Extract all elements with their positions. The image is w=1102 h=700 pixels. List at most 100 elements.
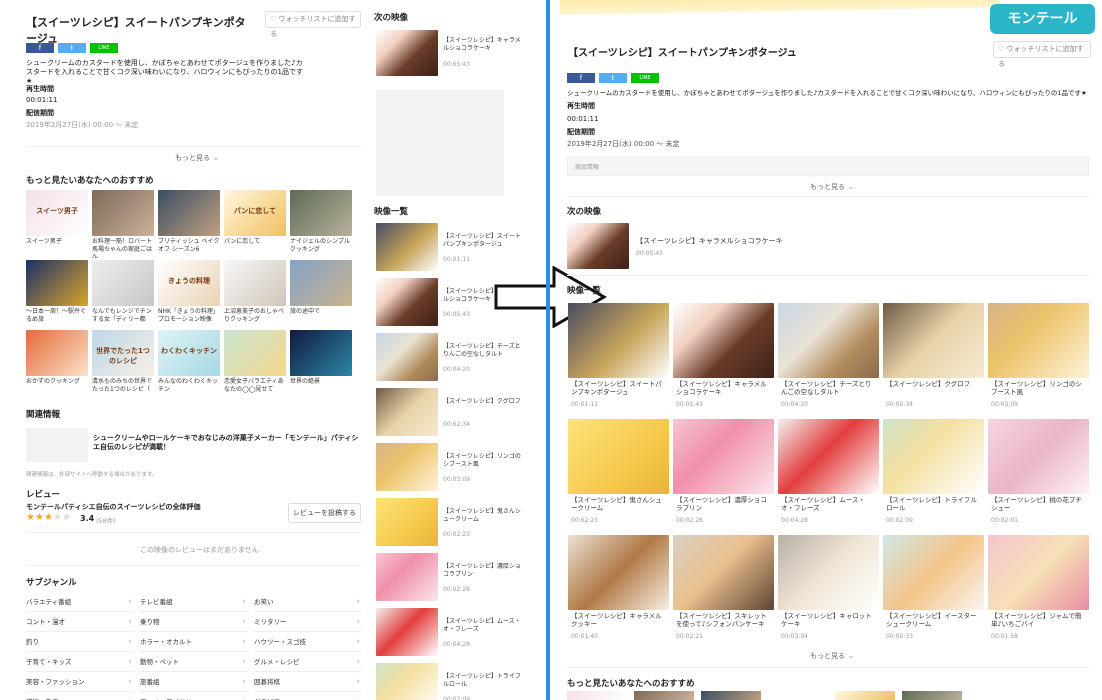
video-title[interactable]: 【スイーツレシピ】ムース・オ・フレーズ	[781, 496, 877, 512]
video-title[interactable]: 【スイーツレシピ】スイートパンプキンポタージュ	[571, 380, 667, 396]
video-thumbnail[interactable]	[568, 419, 669, 494]
grid-item[interactable]: 【スイーツレシピ】鬼さんシュークリーム 00:02:23	[568, 419, 669, 527]
recommend-label[interactable]: 上沼恵美子のおしゃべりクッキング	[224, 308, 286, 323]
recommend-thumbnail[interactable]	[224, 260, 286, 306]
recommend-thumbnail[interactable]: きょうの料理	[158, 260, 220, 306]
subgenre-item[interactable]: 学術・教養›	[26, 692, 134, 700]
recommend-thumbnail[interactable]: 世界でたった1つのレシピ	[92, 330, 154, 376]
video-title[interactable]: 【スイーツレシピ】濃厚ショコラプリン	[443, 563, 521, 578]
grid-item[interactable]: 【スイーツレシピ】ジャムで簡単♪いちごパイ 00:01:58	[988, 535, 1089, 643]
recommend-label[interactable]: 恋愛女子バラエティあなたの◯◯見せて	[224, 378, 286, 393]
list-item[interactable]: 【スイーツレシピ】チーズとりんごの空なしタルト 00:04:20	[374, 333, 521, 385]
video-thumbnail[interactable]	[778, 419, 879, 494]
grid-item[interactable]: 【スイーツレシピ】桃の花プチシュー 00:02:01	[988, 419, 1089, 527]
subgenre-item[interactable]: 子育て・キッズ ›	[26, 652, 134, 672]
recommend-item[interactable]: 旅の途中で	[290, 260, 352, 326]
video-thumbnail[interactable]	[988, 419, 1089, 494]
video-title[interactable]: 【スイーツレシピ】ムース・オ・フレーズ	[443, 618, 521, 633]
subgenre-item[interactable]: 美容・ファッション ›	[26, 672, 134, 692]
recommend-item[interactable]: 恋愛女子バラエティあなたの◯◯見せて	[224, 330, 286, 396]
grid-item[interactable]: 【スイーツレシピ】クグロフ 00:02:34	[883, 303, 984, 411]
video-thumbnail[interactable]	[376, 333, 438, 381]
video-title[interactable]: 【スイーツレシピ】ジャムで簡単♪いちごパイ	[991, 612, 1087, 628]
subgenre-item[interactable]: コント・漫才 ›	[26, 612, 134, 632]
video-title[interactable]: 【スイーツレシピ】リンゴのシブースト風	[991, 380, 1087, 396]
subgenre-item[interactable]: ホラー・オカルト ›	[140, 632, 248, 652]
recommend-label[interactable]: スイーツ男子	[26, 238, 88, 246]
subgenre-item[interactable]: 旅番組 ›	[140, 672, 248, 692]
grid-item[interactable]: 【スイーツレシピ】トライフルロール 00:02:09	[883, 419, 984, 527]
recommend-item[interactable]: 〜日本一周！〜駅弁ぐるめ旅	[26, 260, 88, 326]
recommend-item[interactable]: お料理一筋！ロバート馬場ちゃんの家庭ごはん	[92, 190, 154, 260]
grid-item[interactable]: 【スイーツレシピ】リンゴのシブースト風 00:03:09	[988, 303, 1089, 411]
subgenre-item[interactable]: グルメ・レシピ ›	[254, 652, 362, 672]
video-title[interactable]: 【スイーツレシピ】トライフルロール	[886, 496, 982, 512]
video-title[interactable]: 【スイーツレシピ】チーズとりんごの空なしタルト	[781, 380, 877, 396]
post-review-button[interactable]: レビューを投稿する	[288, 503, 361, 523]
grid-item[interactable]: 【スイーツレシピ】イースターシュークリーム 00:02:33	[883, 535, 984, 643]
facebook-share-button[interactable]: f	[26, 43, 54, 53]
line-share-button[interactable]: LINE	[631, 73, 659, 83]
subgenre-item[interactable]: 動物・ペット ›	[140, 652, 248, 672]
recommend-thumbnail[interactable]	[835, 691, 895, 700]
video-thumbnail[interactable]	[376, 223, 438, 271]
recommend-item[interactable]: きょうの料理 NHK「きょうの料理」プロモーション映像	[158, 260, 220, 326]
recommend-item[interactable]: 上沼恵美子のおしゃべりクッキング	[224, 260, 286, 326]
video-title[interactable]: 【スイーツレシピ】濃厚ショコラプリン	[676, 496, 772, 512]
more-button[interactable]: もっと見る ⌄	[810, 182, 855, 194]
next-video-thumbnail[interactable]	[376, 30, 438, 76]
recommend-label[interactable]: 清水ものみちの世界でたった1つのレシピ（	[92, 378, 154, 393]
recommend-item[interactable]: おかずのクッキング	[26, 330, 88, 396]
video-title[interactable]: 【スイーツレシピ】リンゴのシブースト風	[443, 453, 521, 468]
related-link[interactable]: シュークリームやロールケーキでおなじみの洋菓子メーカー「モンテール」パティシエ自…	[93, 434, 361, 452]
subgenre-item[interactable]: グラビア›	[254, 692, 362, 700]
video-thumbnail[interactable]	[883, 419, 984, 494]
list-item[interactable]: 【スイーツレシピ】濃厚ショコラプリン 00:02:26	[374, 553, 521, 605]
subgenre-item[interactable]: 釣り ›	[26, 632, 134, 652]
twitter-share-button[interactable]: t	[58, 43, 86, 53]
video-thumbnail[interactable]	[376, 443, 438, 491]
grid-item[interactable]: 【スイーツレシピ】スキレットを使って♪シフォンパンケーキ 00:02:21	[673, 535, 774, 643]
video-title[interactable]: 【スイーツレシピ】キャラメルショコラケーキ	[676, 380, 772, 396]
recommend-thumbnail[interactable]	[902, 691, 962, 700]
recommend-thumbnail[interactable]	[26, 260, 88, 306]
video-thumbnail[interactable]	[988, 303, 1089, 378]
list-item[interactable]: 【スイーツレシピ】トライフルロール 00:02:09	[374, 663, 521, 700]
recommend-thumbnail[interactable]	[26, 330, 88, 376]
recommend-label[interactable]: NHK「きょうの料理」プロモーション映像	[158, 308, 220, 323]
recommend-label[interactable]: パンに恋して	[224, 238, 286, 246]
subgenre-item[interactable]: 囲碁将棋 ›	[254, 672, 362, 692]
grid-item[interactable]: 【スイーツレシピ】ムース・オ・フレーズ 00:04:28	[778, 419, 879, 527]
video-thumbnail[interactable]	[673, 535, 774, 610]
recommend-label[interactable]: みんなのわくわくキッチン	[158, 378, 220, 393]
grid-item[interactable]: 【スイーツレシピ】スイートパンプキンポタージュ 00:01:11	[568, 303, 669, 411]
info-box[interactable]: 商品情報	[567, 156, 1089, 176]
recommend-thumbnail[interactable]	[701, 691, 761, 700]
more-button[interactable]: もっと見る ⌄	[175, 153, 220, 165]
video-title[interactable]: 【スイーツレシピ】スキレットを使って♪シフォンパンケーキ	[676, 612, 772, 628]
list-item[interactable]: 【スイーツレシピ】リンゴのシブースト風 00:03:09	[374, 443, 521, 495]
subgenre-item[interactable]: バラエティ番組 ›	[26, 592, 134, 612]
grid-item[interactable]: 【スイーツレシピ】チーズとりんごの空なしタルト 00:04:20	[778, 303, 879, 411]
video-thumbnail[interactable]	[568, 535, 669, 610]
recommend-label[interactable]: ナイジェルのシンプルクッキング	[290, 238, 352, 253]
recommend-thumbnail[interactable]	[567, 691, 627, 700]
video-title[interactable]: 【スイーツレシピ】トライフルロール	[443, 673, 521, 688]
next-video-thumbnail[interactable]	[567, 223, 629, 269]
recommend-item[interactable]: 世界でたった1つのレシピ清水ものみちの世界でたった1つのレシピ（	[92, 330, 154, 396]
recommend-item[interactable]: わくわくキッチン みんなのわくわくキッチン	[158, 330, 220, 396]
video-title[interactable]: 【スイーツレシピ】鬼さんシュークリーム	[443, 508, 521, 523]
subgenre-item[interactable]: 乗り物 ›	[140, 612, 248, 632]
recommend-thumbnail[interactable]	[634, 691, 694, 700]
related-thumbnail[interactable]	[26, 428, 88, 462]
grid-item[interactable]: 【スイーツレシピ】キャラメルクッキー 00:01:40	[568, 535, 669, 643]
recommend-item[interactable]: ブリティッシュ ベイクオフ シーズン6	[158, 190, 220, 256]
next-video-title[interactable]: 【スイーツレシピ】キャラメルショコラケーキ	[443, 37, 521, 52]
recommend-item[interactable]: なんでもレンジでチンする女「ディリー都	[92, 260, 154, 326]
video-title[interactable]: 【スイーツレシピ】桃の花プチシュー	[991, 496, 1087, 512]
subgenre-item[interactable]: お笑い ›	[254, 592, 362, 612]
recommend-item[interactable]: スイーツ男子 スイーツ男子	[26, 190, 88, 256]
list-item[interactable]: 【スイーツレシピ】鬼さんシュークリーム 00:02:23	[374, 498, 521, 550]
list-item[interactable]: 【スイーツレシピ】ムース・オ・フレーズ 00:04:28	[374, 608, 521, 660]
list-item[interactable]: 【スイーツレシピ】クグロフ 00:02:34	[374, 388, 521, 440]
